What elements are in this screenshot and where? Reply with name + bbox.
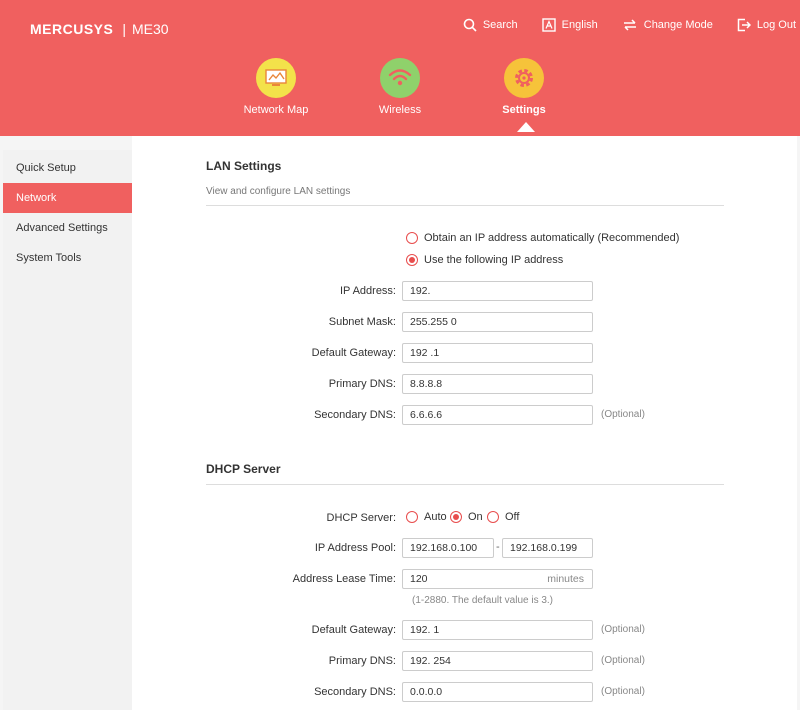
radio-use-following-ip-label: Use the following IP address xyxy=(424,254,564,266)
language-label: English xyxy=(561,19,598,31)
dhcp-server-label: DHCP Server: xyxy=(326,512,396,524)
main-nav: Network Map Wireless Settings xyxy=(0,58,800,136)
address-lease-time-input[interactable]: 120 minutes xyxy=(402,569,593,589)
dhcp-primary-dns-input[interactable]: 192. 254 xyxy=(402,651,593,671)
ip-pool-end-input[interactable]: 192.168.0.199 xyxy=(502,538,593,558)
dhcp-default-gateway-row: Default Gateway: 192. 1 (Optional) xyxy=(132,620,797,640)
optional-note: (Optional) xyxy=(601,409,645,420)
dhcp-primary-dns-label: Primary DNS: xyxy=(328,655,396,667)
ip-address-row: IP Address: 192. xyxy=(132,281,797,301)
tab-settings-label: Settings xyxy=(502,104,546,116)
ip-pool-start-input[interactable]: 192.168.0.100 xyxy=(402,538,494,558)
default-gateway-input[interactable]: 192 .1 xyxy=(402,343,593,363)
lease-time-unit: minutes xyxy=(547,573,584,585)
lease-time-hint: (1-2880. The default value is 3.) xyxy=(412,595,554,606)
lan-divider xyxy=(206,205,724,206)
logout-link[interactable]: Log Out xyxy=(737,18,796,32)
search-icon xyxy=(463,18,477,32)
primary-dns-row: Primary DNS: 8.8.8.8 xyxy=(132,374,797,394)
radio-dhcp-off-label: Off xyxy=(505,511,520,523)
dhcp-server-title: DHCP Server xyxy=(206,462,281,476)
logout-label: Log Out xyxy=(756,19,796,31)
radio-obtain-automatically[interactable]: Obtain an IP address automatically (Reco… xyxy=(406,232,679,244)
radio-button[interactable] xyxy=(487,511,499,523)
radio-button[interactable] xyxy=(406,254,418,266)
lan-settings-title: LAN Settings xyxy=(206,159,282,173)
active-tab-caret xyxy=(517,122,535,132)
lease-time-value: 120 xyxy=(410,573,428,585)
tab-network-map-label: Network Map xyxy=(243,104,309,116)
tab-wireless-label: Wireless xyxy=(378,104,422,116)
primary-dns-label: Primary DNS: xyxy=(328,378,396,390)
radio-dhcp-auto[interactable]: Auto xyxy=(406,511,447,523)
dhcp-divider xyxy=(206,484,724,485)
default-gateway-row: Default Gateway: 192 .1 xyxy=(132,343,797,363)
subnet-mask-label: Subnet Mask: xyxy=(328,316,396,328)
subnet-mask-input[interactable]: 255.255 0 xyxy=(402,312,593,332)
optional-note: (Optional) xyxy=(601,624,645,635)
radio-use-following-ip[interactable]: Use the following IP address xyxy=(406,254,563,266)
dhcp-secondary-dns-input[interactable]: 0.0.0.0 xyxy=(402,682,593,702)
sidebar-item-system-tools[interactable]: System Tools xyxy=(3,243,132,273)
wifi-icon xyxy=(380,58,420,98)
radio-obtain-automatically-label: Obtain an IP address automatically (Reco… xyxy=(424,232,680,244)
radio-button[interactable] xyxy=(406,232,418,244)
sidebar-item-network[interactable]: Network xyxy=(3,183,132,213)
lan-settings-subtitle: View and configure LAN settings xyxy=(206,186,351,197)
sidebar: Quick Setup Network Advanced Settings Sy… xyxy=(3,150,132,710)
logout-icon xyxy=(737,18,751,32)
gear-icon xyxy=(504,58,544,98)
radio-dhcp-auto-label: Auto xyxy=(424,511,447,523)
sidebar-item-advanced-settings[interactable]: Advanced Settings xyxy=(3,213,132,243)
tab-network-map[interactable]: Network Map xyxy=(221,58,331,116)
change-mode-label: Change Mode xyxy=(643,19,713,31)
ip-pool-dash: - xyxy=(496,541,500,553)
brand-separator: | xyxy=(122,21,126,37)
ip-address-pool-row: IP Address Pool: 192.168.0.100 - 192.168… xyxy=(132,538,797,558)
change-mode-link[interactable]: Change Mode xyxy=(622,18,713,32)
radio-button[interactable] xyxy=(406,511,418,523)
secondary-dns-label: Secondary DNS: xyxy=(314,409,396,421)
subnet-mask-row: Subnet Mask: 255.255 0 xyxy=(132,312,797,332)
dhcp-server-mode-row: DHCP Server: Auto On Off xyxy=(132,508,797,528)
language-select[interactable]: English xyxy=(541,18,598,32)
dhcp-secondary-dns-label: Secondary DNS: xyxy=(314,686,396,698)
header: MERCUSYS | ME30 Search English Change Mo… xyxy=(0,0,800,136)
sidebar-item-quick-setup[interactable]: Quick Setup xyxy=(3,153,132,183)
dhcp-secondary-dns-row: Secondary DNS: 0.0.0.0 (Optional) xyxy=(132,682,797,702)
search-label: Search xyxy=(482,19,518,31)
radio-button[interactable] xyxy=(450,511,462,523)
model-name: ME30 xyxy=(132,21,169,37)
address-lease-time-label: Address Lease Time: xyxy=(292,573,396,585)
brand-logo: MERCUSYS xyxy=(30,21,114,37)
dhcp-primary-dns-row: Primary DNS: 192. 254 (Optional) xyxy=(132,651,797,671)
ip-address-pool-label: IP Address Pool: xyxy=(314,542,396,554)
top-nav: Search English Change Mode Log Out xyxy=(439,18,796,32)
tab-settings[interactable]: Settings xyxy=(469,58,579,116)
search-link[interactable]: Search xyxy=(463,18,518,32)
brand: MERCUSYS | ME30 xyxy=(30,21,169,37)
language-a-icon xyxy=(541,18,556,32)
ip-address-input[interactable]: 192. xyxy=(402,281,593,301)
main-content: LAN Settings View and configure LAN sett… xyxy=(132,136,797,710)
default-gateway-label: Default Gateway: xyxy=(311,347,396,359)
optional-note: (Optional) xyxy=(601,655,645,666)
optional-note: (Optional) xyxy=(601,686,645,697)
swap-arrows-icon xyxy=(623,19,636,31)
dhcp-default-gateway-input[interactable]: 192. 1 xyxy=(402,620,593,640)
dhcp-default-gateway-label: Default Gateway: xyxy=(311,624,396,636)
radio-dhcp-on-label: On xyxy=(468,511,483,523)
network-map-icon xyxy=(256,58,296,98)
ip-address-label: IP Address: xyxy=(339,285,396,297)
secondary-dns-input[interactable]: 6.6.6.6 xyxy=(402,405,593,425)
primary-dns-input[interactable]: 8.8.8.8 xyxy=(402,374,593,394)
radio-dhcp-off[interactable]: Off xyxy=(487,511,519,523)
secondary-dns-row: Secondary DNS: 6.6.6.6 (Optional) xyxy=(132,405,797,425)
address-lease-time-row: Address Lease Time: 120 minutes xyxy=(132,569,797,589)
tab-wireless[interactable]: Wireless xyxy=(345,58,455,116)
radio-dhcp-on[interactable]: On xyxy=(450,511,483,523)
